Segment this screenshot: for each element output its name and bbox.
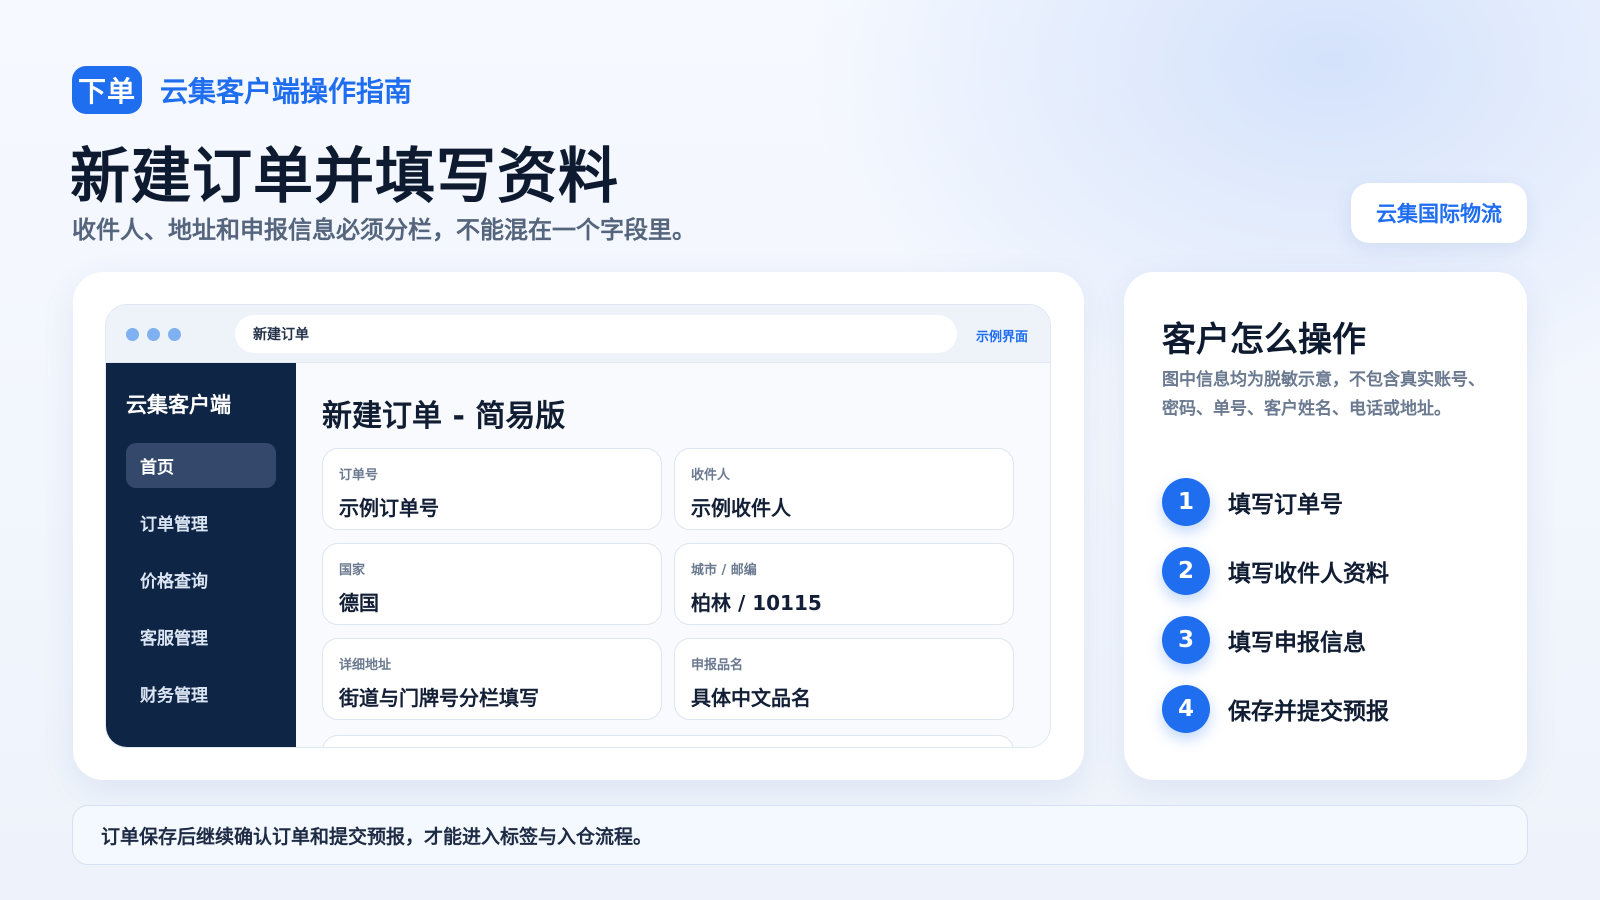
address-field[interactable]: 详细地址 街道与门牌号分栏填写: [322, 638, 662, 720]
sidebar-item-finance[interactable]: 财务管理: [126, 671, 276, 716]
browser-window: 新建订单 示例界面 云集客户端 首页 订单管理 价格查询 客服管理 财务管理 新…: [105, 304, 1051, 748]
field-label: 申报品名: [691, 658, 744, 673]
step-number: 1: [1162, 478, 1210, 526]
sample-label: 示例界面: [976, 330, 1029, 345]
field-label: 城市 / 邮编: [691, 563, 757, 578]
field-value: 街道与门牌号分栏填写: [339, 686, 539, 710]
privacy-note: 图中信息均为脱敏示意，不包含真实账号、密码、单号、客户姓名、电话或地址。: [1162, 370, 1485, 419]
window-dot-icon: [147, 328, 160, 341]
sidebar-item-orders[interactable]: 订单管理: [126, 500, 276, 545]
declared-item-field[interactable]: 申报品名 具体中文品名: [674, 638, 1014, 720]
step-number: 4: [1162, 685, 1210, 733]
page-title: 新建订单并填写资料: [70, 142, 619, 212]
step-label: 填写订单号: [1228, 492, 1343, 518]
city-zip-field[interactable]: 城市 / 邮编 柏林 / 10115: [674, 543, 1014, 625]
url-bar[interactable]: 新建订单: [235, 315, 957, 353]
window-dot-icon: [126, 328, 139, 341]
footer-note: 订单保存后继续确认订单和提交预报，才能进入标签与入仓流程。: [72, 805, 1528, 865]
browser-toolbar: 新建订单 示例界面: [106, 305, 1050, 363]
country-field[interactable]: 国家 德国: [322, 543, 662, 625]
step-item: 1 填写订单号: [1162, 478, 1343, 526]
page-subtitle: 收件人、地址和申报信息必须分栏，不能混在一个字段里。: [72, 216, 696, 244]
sidebar-title: 云集客户端: [126, 393, 231, 417]
field-value: 德国: [339, 591, 379, 615]
sidebar-item-pricing[interactable]: 价格查询: [126, 557, 276, 602]
demo-card: 新建订单 示例界面 云集客户端 首页 订单管理 价格查询 客服管理 财务管理 新…: [73, 272, 1084, 780]
field-value: 示例订单号: [339, 496, 439, 520]
form-title: 新建订单 - 简易版: [322, 399, 566, 434]
step-label: 填写收件人资料: [1228, 561, 1389, 587]
guide-tagline: 下单 云集客户端操作指南: [72, 66, 412, 114]
recipient-field[interactable]: 收件人 示例收件人: [674, 448, 1014, 530]
field-label: 收件人: [691, 468, 731, 483]
step-number: 3: [1162, 616, 1210, 664]
field-label: 详细地址: [339, 658, 392, 673]
brand-chip: 云集国际物流: [1351, 183, 1527, 243]
step-label: 保存并提交预报: [1228, 699, 1389, 725]
order-number-field[interactable]: 订单号 示例订单号: [322, 448, 662, 530]
guide-title: 云集客户端操作指南: [160, 75, 413, 108]
window-dot-icon: [168, 328, 181, 341]
field-value: 具体中文品名: [691, 686, 811, 710]
order-form: 新建订单 - 简易版 订单号 示例订单号 收件人 示例收件人 国家 德国 城市 …: [296, 363, 1050, 747]
field-label: 国家: [339, 563, 366, 578]
field-label: 订单号: [339, 468, 379, 483]
field-value: 柏林 / 10115: [691, 591, 822, 615]
steps-card: 客户怎么操作 图中信息均为脱敏示意，不包含真实账号、密码、单号、客户姓名、电话或…: [1124, 272, 1527, 780]
sidebar-item-home[interactable]: 首页: [126, 443, 276, 488]
step-item: 4 保存并提交预报: [1162, 685, 1389, 733]
cut-off-field: [322, 735, 1014, 747]
field-value: 示例收件人: [691, 496, 791, 520]
step-label: 填写申报信息: [1228, 630, 1366, 656]
step-item: 3 填写申报信息: [1162, 616, 1366, 664]
sidebar: 云集客户端 首页 订单管理 价格查询 客服管理 财务管理: [106, 363, 296, 747]
step-item: 2 填写收件人资料: [1162, 547, 1389, 595]
sidebar-item-support[interactable]: 客服管理: [126, 614, 276, 659]
steps-title: 客户怎么操作: [1162, 320, 1366, 360]
order-badge: 下单: [72, 66, 142, 114]
step-number: 2: [1162, 547, 1210, 595]
